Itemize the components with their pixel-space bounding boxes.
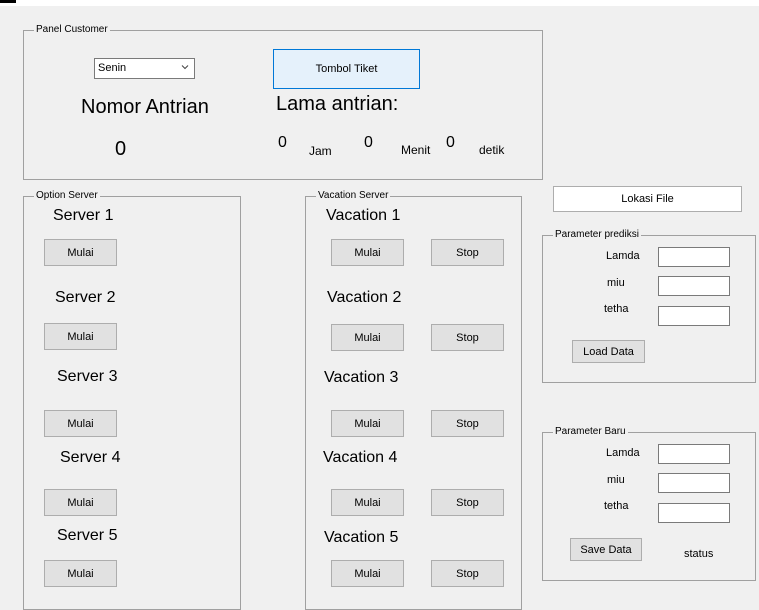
- prediction-tetha-input[interactable]: [658, 306, 730, 326]
- vacation-4-label: Vacation 4: [323, 449, 398, 466]
- new-lamda-label: Lamda: [606, 447, 640, 459]
- queue-number-value: 0: [115, 138, 127, 160]
- file-location-button[interactable]: Lokasi File: [553, 186, 742, 212]
- server-2-label: Server 2: [55, 289, 116, 306]
- vacation-3-stop-button[interactable]: Stop: [431, 410, 504, 437]
- server-3-label: Server 3: [57, 368, 118, 385]
- queue-number-label: Nomor Antrian: [81, 96, 209, 118]
- new-tetha-input[interactable]: [658, 503, 730, 523]
- vacation-2-start-button[interactable]: Mulai: [331, 324, 404, 351]
- server-3-start-button[interactable]: Mulai: [44, 410, 117, 437]
- new-miu-input[interactable]: [658, 473, 730, 493]
- seconds-value: 0: [446, 134, 455, 151]
- panel-customer-legend: Panel Customer: [36, 24, 108, 35]
- day-select-value: Senin: [98, 62, 127, 74]
- new-miu-label: miu: [607, 474, 625, 486]
- new-lamda-input[interactable]: [658, 444, 730, 464]
- vacation-2-label: Vacation 2: [327, 289, 402, 306]
- vacation-2-stop-button[interactable]: Stop: [431, 324, 504, 351]
- server-4-start-button[interactable]: Mulai: [44, 489, 117, 516]
- server-5-label: Server 5: [57, 527, 118, 544]
- server-5-start-button[interactable]: Mulai: [44, 560, 117, 587]
- prediction-tetha-label: tetha: [604, 303, 629, 315]
- vacation-4-stop-button[interactable]: Stop: [431, 489, 504, 516]
- vacation-5-stop-button[interactable]: Stop: [431, 560, 504, 587]
- panel-option-server-legend: Option Server: [36, 190, 98, 201]
- vacation-1-label: Vacation 1: [326, 207, 401, 224]
- seconds-unit: detik: [479, 143, 505, 157]
- new-tetha-label: tetha: [604, 500, 629, 512]
- minutes-unit: Menit: [401, 143, 431, 157]
- vacation-3-label: Vacation 3: [324, 369, 399, 386]
- vacation-3-start-button[interactable]: Mulai: [331, 410, 404, 437]
- server-1-label: Server 1: [53, 207, 114, 224]
- vacation-5-label: Vacation 5: [324, 529, 399, 546]
- panel-vacation-server-legend: Vacation Server: [318, 190, 389, 201]
- day-select[interactable]: Senin: [94, 58, 195, 79]
- vacation-5-start-button[interactable]: Mulai: [331, 560, 404, 587]
- server-4-label: Server 4: [60, 449, 121, 466]
- top-edge-mark: [0, 0, 16, 3]
- panel-new-params-legend: Parameter Baru: [555, 426, 626, 437]
- load-data-button[interactable]: Load Data: [572, 340, 645, 363]
- prediction-lamda-input[interactable]: [658, 247, 730, 267]
- window-top-strip: [0, 0, 759, 6]
- server-1-start-button[interactable]: Mulai: [44, 239, 117, 266]
- wait-time-label: Lama antrian:: [276, 93, 399, 115]
- vacation-4-start-button[interactable]: Mulai: [331, 489, 404, 516]
- chevron-down-icon: [181, 65, 189, 70]
- save-data-button[interactable]: Save Data: [570, 538, 642, 561]
- prediction-lamda-label: Lamda: [606, 250, 640, 262]
- panel-prediction-params-legend: Parameter prediksi: [555, 229, 639, 240]
- hours-value: 0: [278, 134, 287, 151]
- server-2-start-button[interactable]: Mulai: [44, 323, 117, 350]
- vacation-1-stop-button[interactable]: Stop: [431, 239, 504, 266]
- prediction-miu-label: miu: [607, 277, 625, 289]
- vacation-1-start-button[interactable]: Mulai: [331, 239, 404, 266]
- minutes-value: 0: [364, 134, 373, 151]
- hours-unit: Jam: [309, 144, 332, 158]
- ticket-button[interactable]: Tombol Tiket: [273, 49, 420, 89]
- status-label: status: [684, 548, 714, 560]
- prediction-miu-input[interactable]: [658, 276, 730, 296]
